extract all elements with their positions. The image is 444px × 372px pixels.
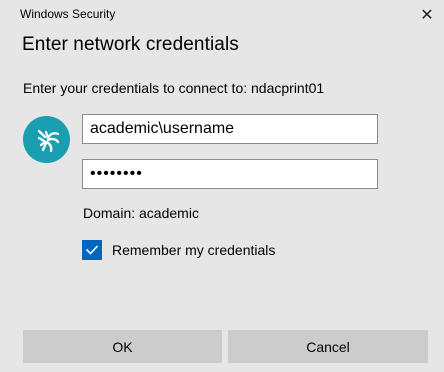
close-icon: ✕ (420, 7, 434, 24)
security-key-avatar-icon (23, 116, 70, 163)
remember-credentials-label: Remember my credentials (112, 242, 276, 258)
remember-credentials-checkbox[interactable] (82, 240, 102, 260)
title-bar: Windows Security ✕ (0, 0, 444, 30)
close-button[interactable]: ✕ (410, 0, 444, 30)
connect-prompt: Enter your credentials to connect to: nd… (23, 80, 325, 96)
checkmark-icon (85, 245, 99, 255)
username-field[interactable] (82, 114, 378, 144)
dialog-heading: Enter network credentials (22, 34, 239, 55)
remember-credentials-option[interactable]: Remember my credentials (82, 240, 275, 260)
ok-button[interactable]: OK (23, 330, 222, 363)
app-title: Windows Security (20, 7, 116, 21)
security-key-glyph (37, 129, 59, 152)
password-field[interactable] (82, 159, 378, 189)
domain-label: Domain: academic (83, 205, 199, 221)
cancel-button[interactable]: Cancel (228, 330, 428, 363)
